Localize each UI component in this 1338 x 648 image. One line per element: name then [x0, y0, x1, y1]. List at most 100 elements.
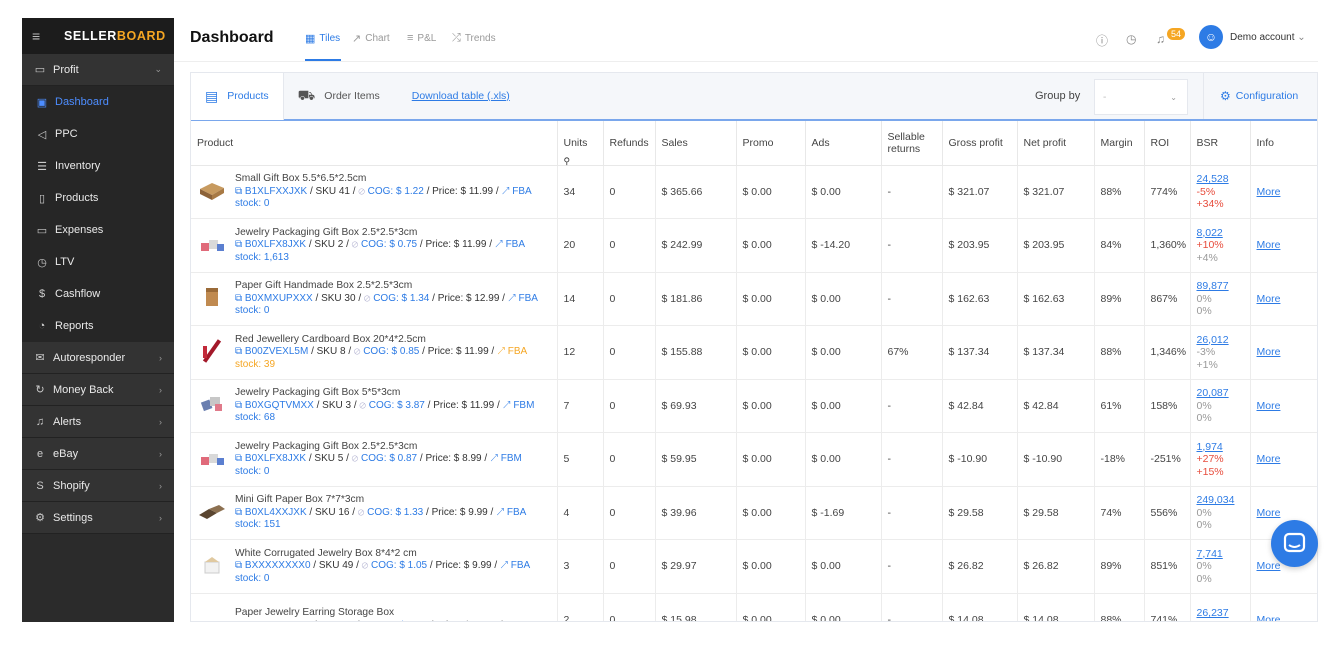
group-by-select[interactable]: - ⌄: [1094, 79, 1188, 115]
cog-value[interactable]: COG: $ 0.85: [363, 346, 419, 357]
copy-icon[interactable]: ⧉: [235, 453, 245, 464]
more-link[interactable]: More: [1257, 400, 1281, 412]
tab-pl[interactable]: ≡ P&L: [407, 32, 436, 44]
more-link[interactable]: More: [1257, 453, 1281, 465]
sidebar-item-settings[interactable]: ⚙ Settings ›: [22, 502, 174, 534]
cog-value[interactable]: COG: $ 0.75: [361, 239, 417, 250]
asin-link[interactable]: BXXXXXXXX0: [245, 560, 311, 571]
bsr-link[interactable]: 7,741: [1197, 548, 1244, 561]
table-row[interactable]: Mini Gift Paper Box 7*7*3cm ⧉ B0XL4XXJXK …: [191, 486, 1317, 540]
refunds-cell: 0: [603, 272, 656, 326]
tab-tiles[interactable]: ▦ Tiles: [305, 32, 340, 45]
col-gross-profit[interactable]: Gross profit: [942, 121, 1018, 166]
more-link[interactable]: More: [1257, 186, 1281, 198]
asin-link[interactable]: B1XLFXXJXK: [245, 186, 307, 197]
asin-link[interactable]: B0XLFX8JXK: [245, 239, 306, 250]
info-icon[interactable]: ⓘ: [1096, 32, 1108, 49]
copy-icon[interactable]: ⧉: [235, 239, 245, 250]
copy-icon[interactable]: ⧉: [235, 346, 245, 357]
bsr-link[interactable]: 1,974: [1197, 441, 1244, 454]
sidebar-item-expenses[interactable]: ▭ Expenses: [22, 214, 174, 246]
copy-icon[interactable]: ⧉: [235, 293, 245, 304]
table-row[interactable]: Jewelry Packaging Gift Box 2.5*2.5*3cm ⧉ …: [191, 218, 1317, 273]
table-row[interactable]: White Corrugated Jewelry Box 8*4*2 cm ⧉ B…: [191, 539, 1317, 594]
more-link[interactable]: More: [1257, 239, 1281, 251]
bsr-link[interactable]: 249,034: [1197, 494, 1244, 507]
configuration-button[interactable]: ⚙ Configuration: [1203, 73, 1298, 119]
asin-link[interactable]: B0XMXUPXXX: [245, 293, 313, 304]
avatar[interactable]: ☺: [1199, 25, 1223, 49]
col-units[interactable]: Units ⚲: [557, 121, 604, 167]
table-row[interactable]: Paper Jewelry Earring Storage Box⧉ B01FX…: [191, 593, 1317, 621]
bell-icon[interactable]: ♫: [1156, 32, 1165, 46]
col-roi[interactable]: ROI: [1144, 121, 1191, 166]
sidebar-item-profit[interactable]: ▭ Profit ⌄: [22, 54, 174, 86]
col-sales[interactable]: Sales: [655, 121, 737, 166]
col-promo[interactable]: Promo: [736, 121, 806, 166]
bsr-link[interactable]: 8,022: [1197, 227, 1244, 240]
chat-button[interactable]: [1271, 520, 1318, 567]
copy-icon[interactable]: ⧉: [235, 400, 245, 411]
asin-link[interactable]: B00ZVEXL5M: [245, 346, 308, 357]
col-sellable-returns[interactable]: Sellable returns: [881, 121, 943, 166]
col-info[interactable]: Info: [1250, 121, 1317, 166]
cog-value[interactable]: COG: $ 1.05: [371, 560, 427, 571]
tab-products[interactable]: ▤ Products: [191, 73, 284, 120]
bsr-link[interactable]: 26,237: [1197, 607, 1244, 620]
bsr-link[interactable]: 26,012: [1197, 334, 1244, 347]
cog-value[interactable]: COG: $ 1.34: [373, 293, 429, 304]
copy-icon[interactable]: ⧉: [235, 186, 245, 197]
bsr-link[interactable]: 89,877: [1197, 280, 1244, 293]
asin-link[interactable]: B0XL4XXJXK: [245, 507, 307, 518]
tab-chart[interactable]: ↗ Chart: [352, 32, 390, 45]
sidebar-item-ltv[interactable]: ◷ LTV: [22, 246, 174, 278]
sidebar-item-cashflow[interactable]: $ Cashflow: [22, 278, 174, 310]
tab-order-items[interactable]: ⛟ Order Items: [284, 73, 394, 120]
col-net-profit[interactable]: Net profit: [1017, 121, 1095, 166]
copy-icon[interactable]: ⧉: [235, 620, 245, 621]
more-link[interactable]: More: [1257, 507, 1281, 519]
more-link[interactable]: More: [1257, 346, 1281, 358]
tab-trends[interactable]: ⤮ Trends: [452, 32, 496, 45]
more-link[interactable]: More: [1257, 293, 1281, 305]
col-refunds[interactable]: Refunds: [603, 121, 656, 166]
sidebar-item-products[interactable]: ▯ Products: [22, 182, 174, 214]
table-row[interactable]: Jewelry Packaging Gift Box 2.5*2.5*3cm ⧉ …: [191, 432, 1317, 487]
bsr-link[interactable]: 24,528: [1197, 173, 1244, 186]
cog-value[interactable]: COG: $ 0.87: [361, 453, 417, 464]
sort-icon[interactable]: ⚲: [564, 156, 571, 167]
table-row[interactable]: Paper Gift Handmade Box 2.5*2.5*3cm ⧉ B0X…: [191, 272, 1317, 326]
sidebar-item-inventory[interactable]: ☰ Inventory: [22, 150, 174, 182]
table-row[interactable]: Small Gift Box 5.5*6.5*2.5cm ⧉ B1XLFXXJXK…: [191, 165, 1317, 219]
sidebar-item-shopify[interactable]: S Shopify ›: [22, 470, 174, 502]
table-row[interactable]: Jewelry Packaging Gift Box 5*5*3cm ⧉ B0XG…: [191, 379, 1317, 433]
sidebar-item-autoresponder[interactable]: ✉ Autoresponder ›: [22, 342, 174, 374]
asin-link[interactable]: B0XLFX8JXK: [245, 453, 306, 464]
col-ads[interactable]: Ads: [805, 121, 882, 166]
copy-icon[interactable]: ⧉: [235, 560, 245, 571]
hamburger-menu-icon[interactable]: ≡: [32, 28, 54, 44]
sidebar-item-money-back[interactable]: ↻ Money Back ›: [22, 374, 174, 406]
clock-icon[interactable]: ◷: [1126, 32, 1136, 46]
asin-link[interactable]: B01FXXXCOC: [245, 620, 311, 621]
sidebar-item-reports[interactable]: ◔ Reports: [22, 310, 174, 342]
cog-value[interactable]: COG: $ 0.95: [372, 620, 428, 621]
bsr-link[interactable]: 20,087: [1197, 387, 1244, 400]
more-link[interactable]: More: [1257, 614, 1281, 621]
sidebar-item-ppc[interactable]: ◁ PPC: [22, 118, 174, 150]
download-table-link[interactable]: Download table (.xls): [412, 90, 510, 102]
cog-value[interactable]: COG: $ 1.22: [368, 186, 424, 197]
asin-link[interactable]: B0XGQTVMXX: [245, 400, 314, 411]
col-product[interactable]: Product: [191, 121, 558, 166]
sellerboard-logo[interactable]: SELLERBOARD: [64, 29, 166, 43]
col-margin[interactable]: Margin: [1094, 121, 1145, 166]
sidebar-item-alerts[interactable]: ♫ Alerts ›: [22, 406, 174, 438]
copy-icon[interactable]: ⧉: [235, 507, 245, 518]
account-menu[interactable]: Demo account ⌄: [1230, 32, 1306, 43]
col-bsr[interactable]: BSR: [1190, 121, 1251, 166]
sidebar-item-dashboard[interactable]: ▣ Dashboard: [22, 86, 174, 118]
table-row[interactable]: Red Jewellery Cardboard Box 20*4*2.5cm ⧉ …: [191, 325, 1317, 380]
cog-value[interactable]: COG: $ 3.87: [369, 400, 425, 411]
cog-value[interactable]: COG: $ 1.33: [367, 507, 423, 518]
sidebar-item-ebay[interactable]: e eBay ›: [22, 438, 174, 470]
